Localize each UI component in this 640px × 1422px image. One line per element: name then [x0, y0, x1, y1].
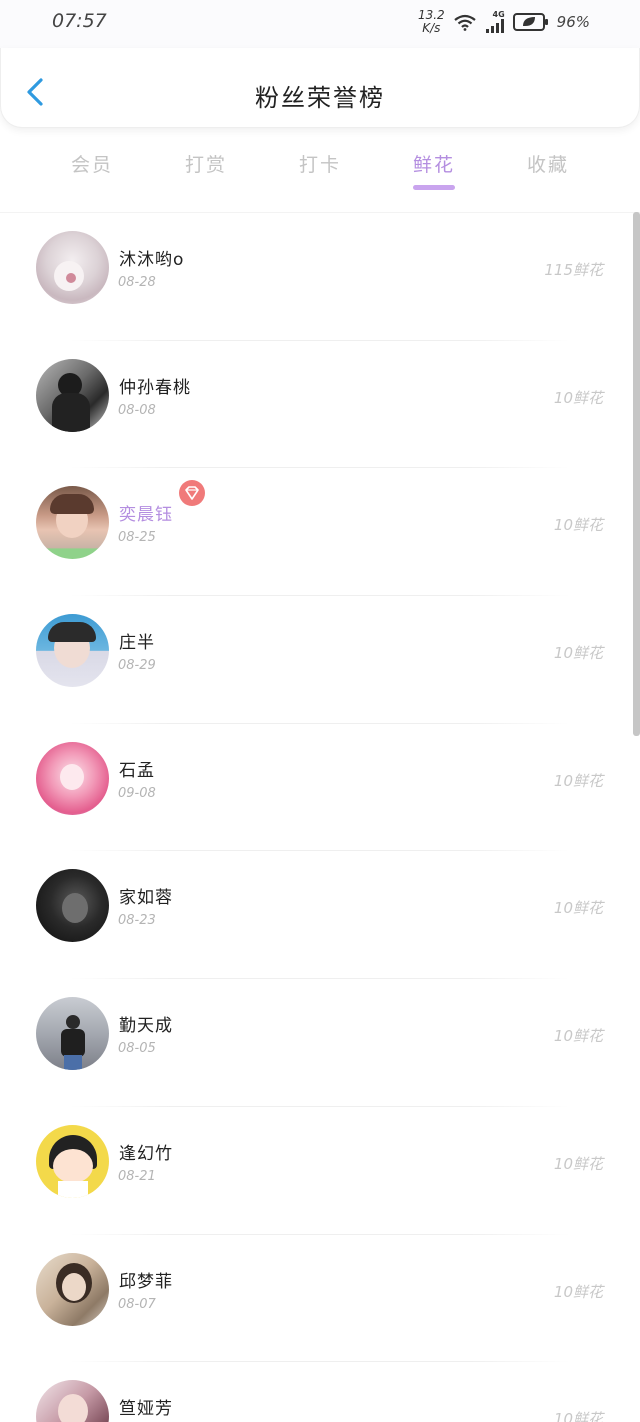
avatar	[36, 997, 109, 1071]
user-name: 笪娅芳	[119, 1399, 173, 1420]
list-item[interactable]: 沐沐哟o 08-28 115鲜花	[0, 213, 640, 341]
user-name: 沐沐哟o	[119, 250, 185, 270]
ranking-list: 沐沐哟o 08-28 115鲜花 仲孙春桃 08-08 10鲜花 奕晨钰 08-…	[0, 212, 640, 1422]
user-date: 08-29	[118, 658, 156, 674]
app-header: 粉丝荣誉榜	[0, 48, 640, 128]
user-date: 09-08	[118, 785, 156, 801]
user-name: 家如蓉	[119, 888, 173, 909]
flower-count: 10鲜花	[553, 899, 603, 918]
user-name: 石孟	[119, 760, 155, 781]
user-date: 08-08	[118, 402, 156, 418]
list-item[interactable]: 奕晨钰 08-25 10鲜花	[0, 468, 640, 596]
wifi-icon	[453, 14, 476, 31]
flower-count: 10鲜花	[553, 1282, 603, 1301]
battery-icon	[512, 13, 548, 31]
user-date: 08-05	[118, 1041, 156, 1057]
flower-count: 10鲜花	[553, 644, 603, 663]
user-name: 庄半	[119, 633, 155, 654]
list-item[interactable]: 石孟 09-08 10鲜花	[0, 724, 640, 852]
user-name: 仲孙春桃	[119, 377, 191, 398]
tab-flowers[interactable]: 鲜花	[394, 150, 474, 177]
status-bar: 07:57 13.2 K/s 4G 96%	[0, 0, 640, 48]
tab-favorites[interactable]: 收藏	[508, 150, 588, 177]
list-item[interactable]: 庄半 08-29 10鲜花	[0, 596, 640, 724]
list-item[interactable]: 勤天成 08-05 10鲜花	[0, 979, 640, 1107]
battery-percent: 96%	[556, 13, 590, 31]
tab-active-indicator	[413, 185, 455, 190]
cellular-group: 4G	[485, 11, 505, 33]
user-name: 逢幻竹	[119, 1143, 173, 1164]
flower-count: 10鲜花	[553, 1410, 603, 1422]
list-item[interactable]: 邱梦菲 08-07 10鲜花	[0, 1235, 640, 1363]
user-date: 08-23	[118, 913, 156, 929]
tab-checkin[interactable]: 打卡	[280, 150, 360, 177]
tab-bar: 会员 打赏 打卡 鲜花 收藏	[0, 138, 640, 202]
flower-count: 10鲜花	[553, 388, 603, 407]
flower-count: 10鲜花	[553, 1027, 603, 1046]
flower-count: 115鲜花	[544, 261, 603, 279]
list-item[interactable]: 笪娅芳 10鲜花	[0, 1362, 640, 1422]
avatar	[36, 614, 109, 688]
user-name: 邱梦菲	[119, 1271, 173, 1292]
avatar	[36, 1124, 109, 1198]
flower-count: 10鲜花	[553, 771, 603, 790]
user-date: 08-21	[118, 1168, 156, 1184]
avatar	[36, 231, 109, 304]
avatar	[36, 1380, 109, 1422]
user-date: 08-07	[118, 1296, 156, 1312]
diamond-badge-icon	[179, 480, 205, 507]
flower-count: 10鲜花	[553, 1154, 603, 1173]
signal-icon	[485, 19, 504, 33]
user-name: 奕晨钰	[119, 505, 173, 526]
user-date: 08-25	[118, 530, 156, 546]
list-item[interactable]: 仲孙春桃 08-08 10鲜花	[0, 341, 640, 469]
status-icons: 13.2 K/s 4G 96%	[418, 9, 590, 35]
net-speed-unit: K/s	[422, 21, 441, 35]
avatar	[36, 486, 109, 560]
flower-count: 10鲜花	[553, 516, 603, 535]
page-title: 粉丝荣誉榜	[255, 84, 385, 112]
user-date: 08-28	[118, 275, 156, 290]
list-item[interactable]: 家如蓉 08-23 10鲜花	[0, 851, 640, 979]
status-time: 07:57	[52, 10, 107, 32]
list-item[interactable]: 逢幻竹 08-21 10鲜花	[0, 1107, 640, 1235]
tab-member[interactable]: 会员	[52, 150, 132, 177]
net-speed: 13.2 K/s	[418, 9, 445, 35]
diamond-icon	[185, 486, 199, 501]
network-type: 4G	[492, 10, 505, 19]
user-name: 勤天成	[119, 1016, 173, 1037]
avatar	[36, 358, 109, 432]
scrollbar[interactable]	[633, 212, 640, 736]
avatar	[36, 869, 109, 943]
avatar	[36, 1252, 109, 1326]
tab-reward[interactable]: 打赏	[166, 150, 246, 177]
avatar	[36, 741, 109, 815]
